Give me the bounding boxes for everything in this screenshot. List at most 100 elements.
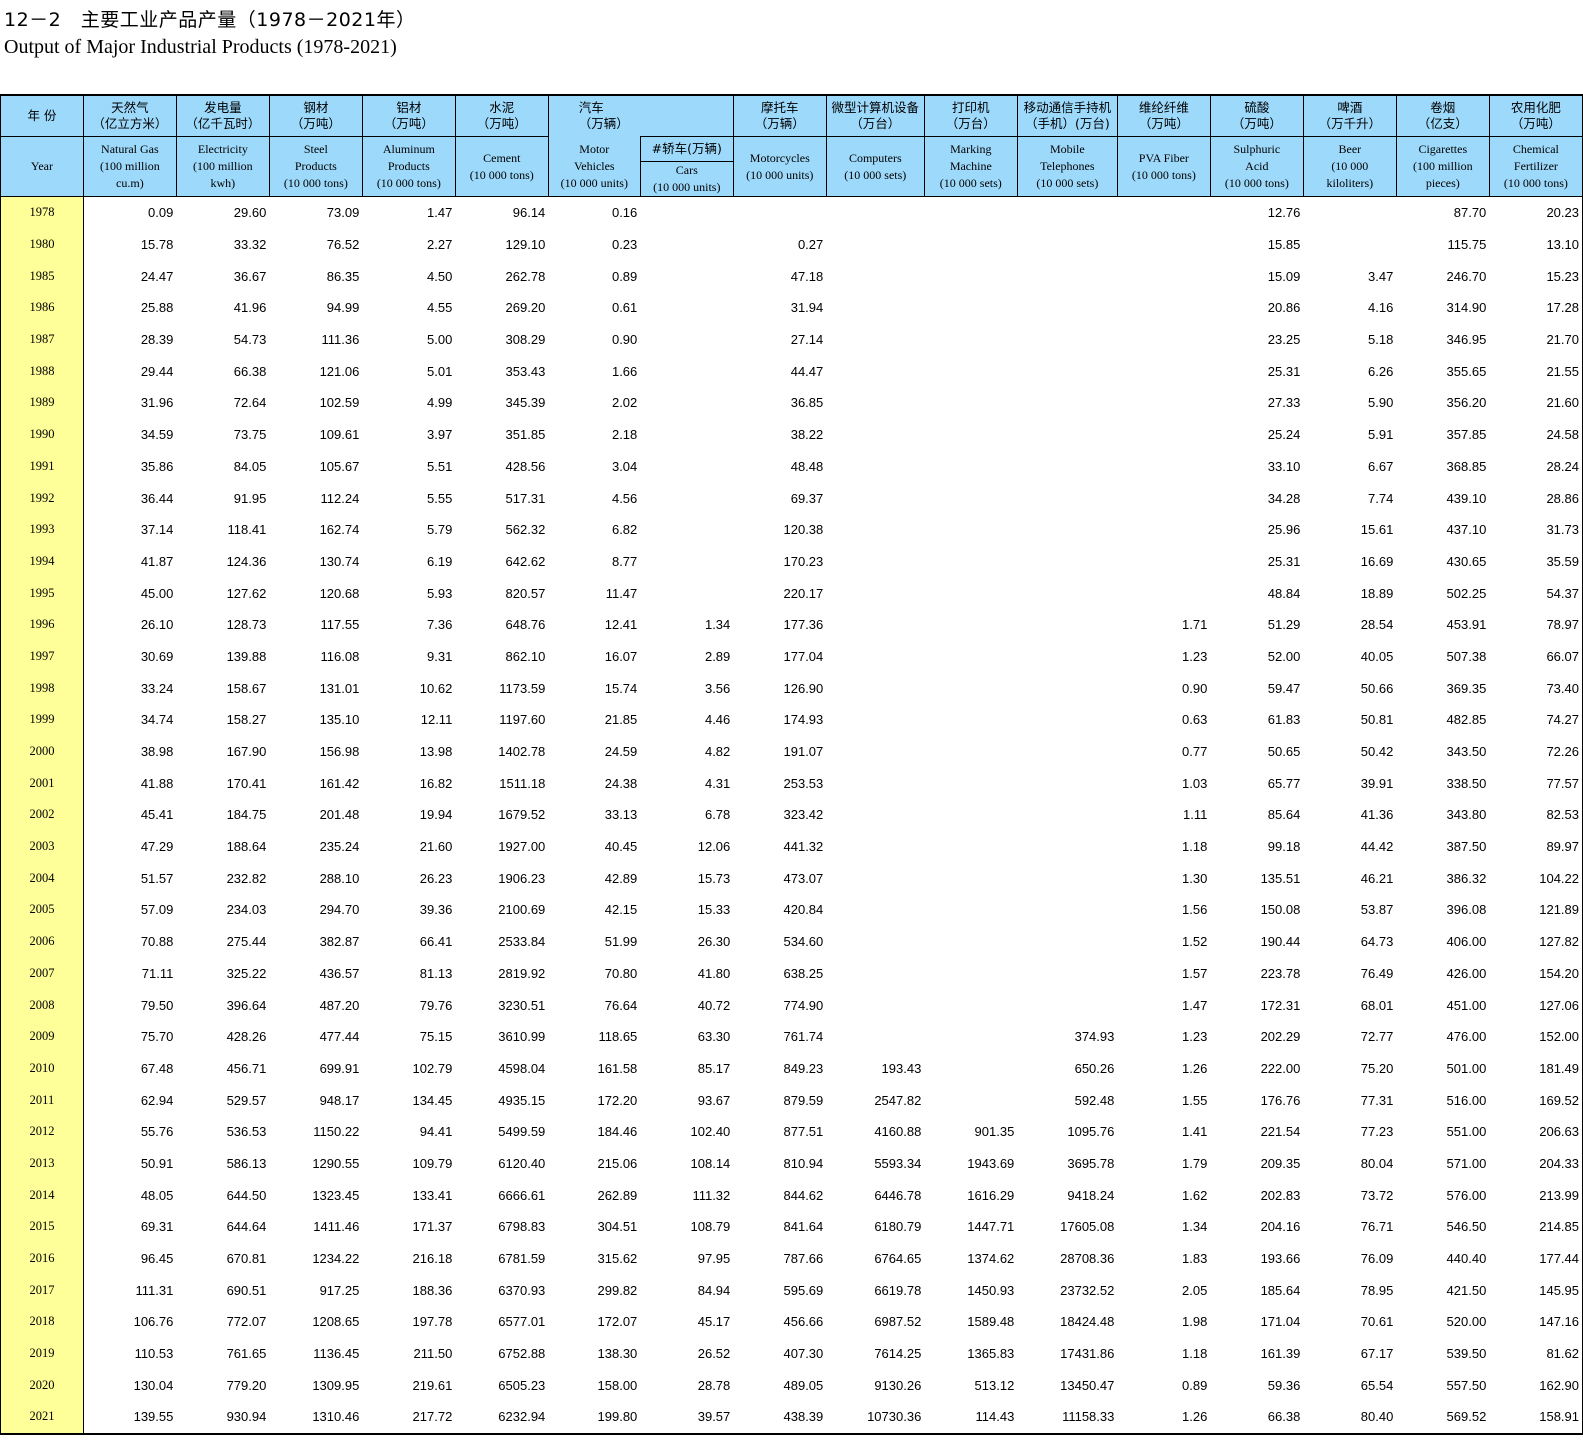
cell-cement: 5499.59 bbox=[498, 1124, 546, 1140]
cell-electricity: 33.32 bbox=[233, 237, 267, 253]
cell-chemical-fertilizer: 17.28 bbox=[1489, 292, 1583, 324]
cell-sulphuric-acid: 202.29 bbox=[1260, 1029, 1301, 1045]
cell-motor-vehicles: 299.82 bbox=[597, 1282, 638, 1298]
cell-cement: 96.14 bbox=[512, 205, 546, 221]
header-chemical-fertilizer-en: Chemical Fertilizer (10 000 tons) bbox=[1488, 136, 1583, 197]
cell-motor-vehicles: 0.61 bbox=[611, 300, 638, 316]
table-row: 1986 25.88 41.96 94.99 4.55 269.20 0.61 31.94 20… bbox=[0, 292, 1583, 324]
cell-pva-fiber: 0.89 bbox=[1182, 1377, 1208, 1393]
cell-natural-gas: 110.53 bbox=[134, 1346, 174, 1362]
cell-computers bbox=[826, 989, 924, 1021]
cell-cigarettes: 569.52 bbox=[1396, 1401, 1490, 1435]
cell-marking-machine: 1450.93 bbox=[967, 1282, 1015, 1298]
cell-aluminum: 9.31 bbox=[427, 648, 453, 664]
cell-steel: 487.20 bbox=[319, 997, 360, 1013]
cell-motorcycles: 191.07 bbox=[783, 744, 824, 760]
cell-beer: 50.81 bbox=[1360, 712, 1394, 728]
cell-sulphuric-acid: 12.76 bbox=[1267, 205, 1301, 221]
cell-aluminum: 133.41 bbox=[412, 1187, 453, 1203]
cell-cement: 129.10 bbox=[505, 237, 546, 253]
cell-mobile-telephones bbox=[1017, 736, 1117, 768]
cell-sulphuric-acid: 33.10 bbox=[1267, 458, 1301, 474]
cell-chemical-fertilizer: 181.49 bbox=[1489, 1052, 1583, 1085]
cell-cement: 345.39 bbox=[505, 395, 546, 411]
cell-cigarettes: 551.00 bbox=[1446, 1124, 1487, 1140]
cell-cigarettes: 502.25 bbox=[1446, 585, 1487, 601]
cell-computers bbox=[826, 799, 924, 831]
cell-motorcycles: 177.04 bbox=[783, 648, 824, 664]
cell-motor-vehicles: 33.13 bbox=[604, 807, 638, 823]
cell-electricity: 36.67 bbox=[233, 268, 267, 284]
cell-cigarettes: 482.85 bbox=[1446, 712, 1487, 728]
cell-steel: 117.55 bbox=[320, 617, 360, 633]
cell-chemical-fertilizer: 28.24 bbox=[1489, 450, 1583, 483]
cell-beer: 7.74 bbox=[1368, 490, 1394, 506]
cell-electricity: 66.38 bbox=[233, 363, 267, 379]
cell-sulphuric-acid: 185.64 bbox=[1260, 1282, 1301, 1298]
cell-mobile-telephones bbox=[1017, 451, 1117, 483]
cell-chemical-fertilizer: 169.52 bbox=[1489, 1084, 1583, 1116]
cell-cars: 28.78 bbox=[697, 1377, 731, 1393]
cell-chemical-fertilizer: 21.70 bbox=[1489, 323, 1583, 356]
cell-computers: 4160.88 bbox=[874, 1124, 922, 1140]
cell-cigarettes: 386.32 bbox=[1446, 870, 1487, 886]
year-cell: 2004 bbox=[0, 862, 84, 895]
cell-cars: 85.17 bbox=[697, 1060, 731, 1076]
cell-motorcycles: 761.74 bbox=[783, 1029, 824, 1045]
cell-chemical-fertilizer: 104.22 bbox=[1489, 862, 1583, 895]
header-natural-gas-zh: 天然气 （亿立方米） bbox=[82, 94, 177, 137]
cell-marking-machine: 513.12 bbox=[974, 1377, 1015, 1393]
cell-steel: 135.10 bbox=[319, 712, 360, 728]
cell-cars: 41.80 bbox=[697, 965, 731, 981]
cell-pva-fiber bbox=[1117, 197, 1210, 229]
cell-aluminum: 26.23 bbox=[419, 870, 453, 886]
cell-computers bbox=[826, 831, 924, 863]
cell-cars: 111.32 bbox=[692, 1187, 731, 1203]
cell-natural-gas: 69.31 bbox=[140, 1219, 174, 1235]
cell-natural-gas: 50.91 bbox=[140, 1155, 174, 1171]
header-motor-vehicles-zh: 汽车 （万辆） bbox=[547, 94, 734, 137]
cell-beer: 15.61 bbox=[1360, 522, 1394, 538]
cell-electricity: 139.88 bbox=[226, 648, 267, 664]
cell-computers: 6180.79 bbox=[874, 1219, 922, 1235]
year-cell: 2012 bbox=[0, 1115, 84, 1148]
table-row: 2002 45.41 184.75 201.48 19.94 1679.52 33.13 6.… bbox=[0, 799, 1583, 831]
cell-steel: 948.17 bbox=[319, 1092, 360, 1108]
cell-aluminum: 171.37 bbox=[412, 1219, 453, 1235]
cell-beer: 77.23 bbox=[1360, 1124, 1394, 1140]
cell-motor-vehicles: 40.45 bbox=[604, 839, 638, 855]
year-cell: 1988 bbox=[0, 355, 84, 388]
cell-electricity: 644.64 bbox=[226, 1219, 267, 1235]
cell-electricity: 761.65 bbox=[226, 1346, 267, 1362]
table-row: 1990 34.59 73.75 109.61 3.97 351.85 2.18 38.22 2… bbox=[0, 418, 1583, 451]
cell-electricity: 41.96 bbox=[233, 300, 267, 316]
cell-cement: 2533.84 bbox=[498, 934, 546, 950]
cell-steel: 131.01 bbox=[319, 680, 360, 696]
cell-mobile-telephones: 1095.76 bbox=[1067, 1124, 1115, 1140]
cell-marking-machine bbox=[924, 324, 1017, 356]
cell-motorcycles: 473.07 bbox=[783, 870, 824, 886]
cell-cement: 1511.18 bbox=[499, 775, 546, 791]
cell-mobile-telephones bbox=[1017, 482, 1117, 514]
cell-marking-machine bbox=[924, 451, 1017, 483]
cell-mobile-telephones: 18424.48 bbox=[1060, 1314, 1115, 1330]
cell-cigarettes: 346.95 bbox=[1446, 332, 1487, 348]
cell-motorcycles: 48.48 bbox=[790, 458, 824, 474]
cell-sulphuric-acid: 25.24 bbox=[1267, 427, 1301, 443]
cell-pva-fiber: 2.05 bbox=[1182, 1282, 1208, 1298]
cell-motorcycles: 31.94 bbox=[790, 300, 824, 316]
year-cell: 1980 bbox=[0, 228, 84, 261]
cell-cigarettes: 421.50 bbox=[1446, 1282, 1487, 1298]
cell-marking-machine bbox=[924, 736, 1017, 768]
cell-cement: 6370.93 bbox=[498, 1282, 546, 1298]
cell-beer: 53.87 bbox=[1360, 902, 1394, 918]
cell-steel: 1136.45 bbox=[313, 1346, 360, 1362]
cell-aluminum: 188.36 bbox=[412, 1282, 453, 1298]
cell-natural-gas: 57.09 bbox=[140, 902, 174, 918]
cell-marking-machine bbox=[924, 229, 1017, 261]
cell-natural-gas: 79.50 bbox=[140, 997, 174, 1013]
cell-motorcycles: 844.62 bbox=[783, 1187, 824, 1203]
cell-cement: 6798.83 bbox=[498, 1219, 546, 1235]
cell-computers: 6987.52 bbox=[874, 1314, 922, 1330]
table-row: 2000 38.98 167.90 156.98 13.98 1402.78 24.59 4.… bbox=[0, 735, 1583, 768]
